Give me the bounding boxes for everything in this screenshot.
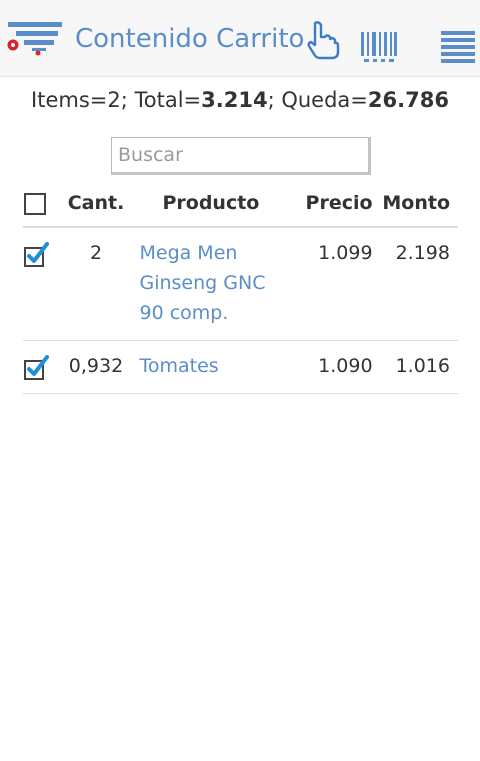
row-price: 1.099 <box>294 227 379 341</box>
column-header-qty[interactable]: Cant. <box>64 180 128 228</box>
cart-table: Cant. Producto Precio Monto 2 Mega Men G… <box>23 180 458 394</box>
menu-icon[interactable] <box>440 30 476 64</box>
table-row[interactable]: 2 Mega Men Ginseng GNC 90 comp. 1.099 2.… <box>23 227 458 341</box>
row-qty: 2 <box>64 227 128 341</box>
top-bar: Contenido Carrito <box>0 0 480 77</box>
select-all-cell <box>23 180 65 228</box>
column-header-price[interactable]: Precio <box>294 180 379 228</box>
row-checkbox-checked[interactable] <box>23 241 49 268</box>
row-check-cell <box>23 340 65 394</box>
remaining-label: ; Queda= <box>267 88 368 112</box>
search-input[interactable] <box>111 137 371 175</box>
table-row[interactable]: 0,932 Tomates 1.090 1.016 <box>23 340 458 394</box>
items-total-label: Items=2; Total= <box>31 88 202 112</box>
row-amount: 1.016 <box>378 340 458 394</box>
column-header-product[interactable]: Producto <box>127 180 295 228</box>
cart-logo-icon[interactable] <box>2 20 62 56</box>
column-header-amount[interactable]: Monto <box>378 180 458 228</box>
barcode-icon[interactable] <box>360 28 398 64</box>
row-checkbox-checked[interactable] <box>23 354 49 381</box>
product-link[interactable]: Tomates <box>139 355 218 377</box>
page-title: Contenido Carrito <box>75 24 305 54</box>
table-header-row: Cant. Producto Precio Monto <box>23 180 458 228</box>
touch-hand-icon[interactable] <box>304 20 340 60</box>
row-check-cell <box>23 227 65 341</box>
remaining-value: 26.786 <box>367 88 449 112</box>
row-amount: 2.198 <box>378 227 458 341</box>
total-value: 3.214 <box>201 88 268 112</box>
select-all-checkbox[interactable] <box>23 190 49 216</box>
row-qty: 0,932 <box>64 340 128 394</box>
cart-summary: Items=2; Total=3.214; Queda=26.786 <box>0 88 480 112</box>
row-price: 1.090 <box>294 340 379 394</box>
product-link[interactable]: Mega Men Ginseng GNC 90 comp. <box>139 242 265 324</box>
